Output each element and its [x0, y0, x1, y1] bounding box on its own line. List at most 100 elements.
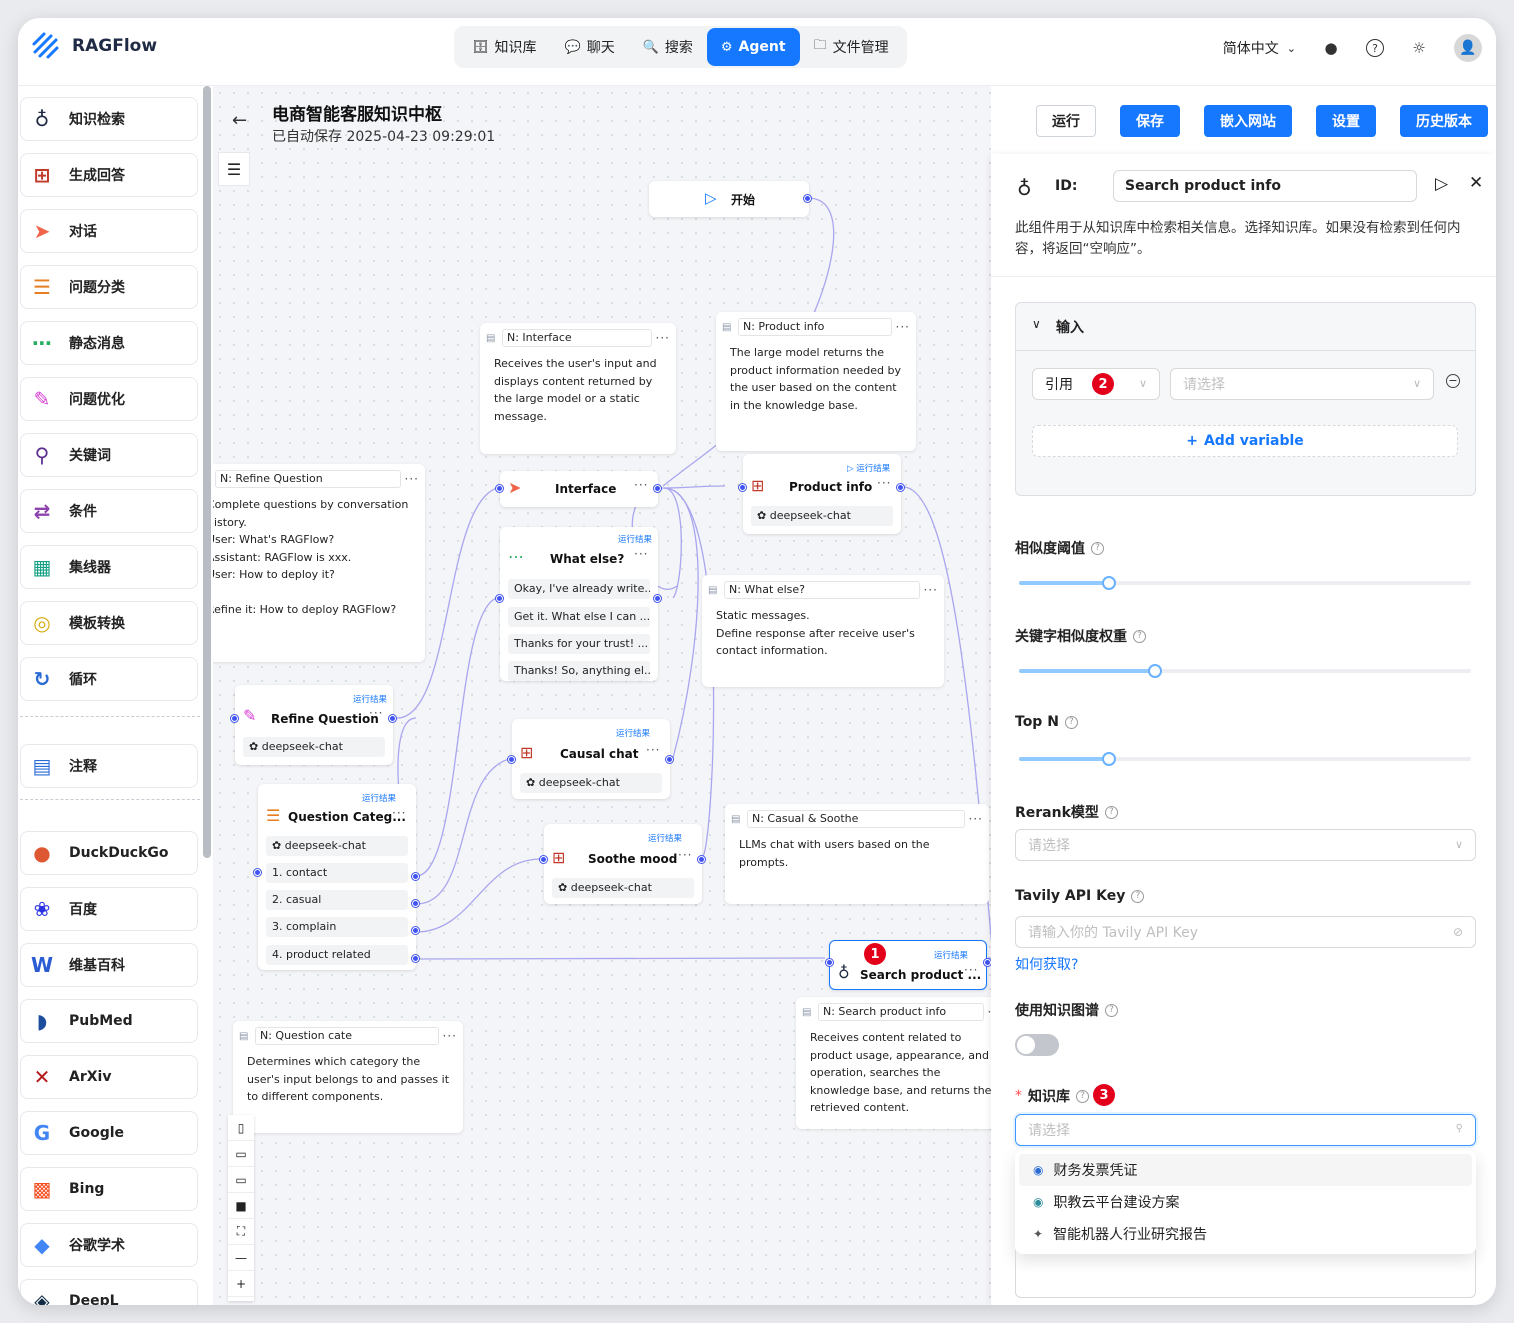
run-result-link[interactable]: 运行结果 [648, 832, 682, 844]
slider-handle[interactable] [1102, 576, 1117, 590]
knowledge-graph-toggle[interactable] [1015, 1034, 1059, 1056]
note-search-product-info[interactable]: ▤N: Search product info··· Receives cont… [796, 997, 991, 1129]
list-icon[interactable]: ☰ [218, 152, 250, 186]
sidebar-item-components-5[interactable]: ✎ 问题优化 [20, 377, 198, 421]
note-title[interactable]: N: What else? [724, 581, 920, 599]
sidebar-item-tools-6[interactable]: ▩ Bing [20, 1167, 198, 1211]
help-icon[interactable]: ? [1366, 39, 1384, 57]
note-title[interactable]: N: Refine Question [215, 470, 401, 488]
port[interactable] [540, 856, 547, 863]
more-icon[interactable]: ··· [392, 806, 406, 820]
kb-option[interactable]: ◉ 职教云平台建设方案 [1019, 1186, 1472, 1218]
more-icon[interactable]: ··· [656, 331, 670, 345]
question-categorize-node[interactable]: 运行结果 ☰ Question Categ... ··· ✿ deepseek-… [254, 784, 419, 970]
settings-button[interactable]: 设置 [1316, 105, 1376, 137]
sidebar-item-tools-1[interactable]: ❀ 百度 [20, 887, 198, 931]
back-arrow-icon[interactable]: ← [232, 110, 247, 131]
more-icon[interactable]: ··· [896, 320, 910, 334]
more-icon[interactable]: ··· [964, 963, 978, 977]
run-result-link[interactable]: 运行结果 [362, 792, 396, 804]
export-icon[interactable]: ▭ [228, 1167, 254, 1193]
brand[interactable]: RAGFlow [30, 30, 157, 62]
topn-slider[interactable] [1019, 752, 1471, 766]
run-button[interactable]: 运行 [1036, 105, 1096, 137]
note-casual-soothe[interactable]: ▤ N: Casual & Soothe ··· LLMs chat with us… [725, 804, 989, 904]
more-icon[interactable]: ··· [443, 1029, 457, 1043]
port[interactable] [654, 485, 661, 492]
folder-icon[interactable]: ▭ [228, 1141, 254, 1167]
port[interactable] [897, 484, 904, 491]
more-icon[interactable]: ··· [877, 476, 891, 490]
how-to-get-link[interactable]: 如何获取? [1015, 954, 1078, 974]
knowledge-base-select[interactable]: 请选择 ⚲ [1015, 1114, 1476, 1146]
sidebar-item-components-10[interactable]: ↻ 循环 [20, 657, 198, 701]
run-result-link[interactable]: 运行结果 [353, 693, 387, 705]
refine-question-node[interactable]: 运行结果 ✎ Refine Question ··· ✿ deepseek-ch… [231, 685, 396, 765]
port[interactable] [412, 955, 419, 962]
port[interactable] [231, 715, 238, 722]
more-icon[interactable]: ··· [678, 848, 692, 862]
more-icon[interactable]: ··· [969, 812, 983, 826]
port[interactable] [739, 484, 746, 491]
sidebar-item-components-2[interactable]: ➤ 对话 [20, 209, 198, 253]
causal-chat-node[interactable]: 运行结果 ⊞ Causal chat ··· ✿ deepseek-chat [508, 719, 673, 799]
port[interactable] [389, 715, 396, 722]
sidebar-item-tools-3[interactable]: ◗ PubMed [20, 999, 198, 1043]
port[interactable] [654, 595, 661, 602]
port[interactable] [804, 195, 811, 202]
theme-toggle-icon[interactable]: ☼ [1406, 35, 1432, 61]
run-result-link[interactable]: 运行结果 [618, 533, 652, 545]
save-button[interactable]: 保存 [1120, 105, 1180, 137]
add-variable-button[interactable]: + Add variable [1032, 425, 1458, 457]
lock-icon[interactable]: ■ [228, 1193, 254, 1219]
more-icon[interactable]: ··· [634, 478, 648, 492]
note-interface[interactable]: ▤ N: Interface ··· Receives the user's inp… [480, 323, 676, 454]
port[interactable] [508, 756, 515, 763]
sidebar-item-tools-7[interactable]: ◆ 谷歌学术 [20, 1223, 198, 1267]
help-icon[interactable]: ? [1133, 629, 1146, 643]
id-input[interactable]: Search product info [1113, 170, 1417, 202]
note-what-else[interactable]: ▤ N: What else? ··· Static messages. Defin… [702, 575, 944, 687]
what-else-node[interactable]: 运行结果 ⋯ What else? ··· Okay, I've already… [496, 527, 661, 681]
more-icon[interactable]: ··· [634, 547, 648, 561]
run-result-link[interactable]: 运行结果 [616, 727, 650, 739]
keyword-weight-slider[interactable] [1019, 664, 1471, 678]
port[interactable] [666, 756, 673, 763]
more-icon[interactable]: ··· [646, 743, 660, 757]
port[interactable] [698, 856, 705, 863]
zoom-in-icon[interactable]: + [228, 1271, 254, 1297]
help-icon[interactable]: ? [1105, 1003, 1118, 1017]
start-node[interactable]: ▷ 开始 [649, 181, 811, 217]
help-icon[interactable]: ? [1104, 805, 1118, 819]
help-icon[interactable]: ? [1064, 715, 1078, 729]
more-icon[interactable]: ··· [924, 583, 938, 597]
note-refine-question[interactable]: ▤N: Refine Question··· Complete question… [213, 464, 425, 662]
slider-handle[interactable] [1102, 752, 1117, 766]
more-icon[interactable]: ··· [369, 706, 383, 720]
sidebar-item-tools-2[interactable]: W 维基百科 [20, 943, 198, 987]
embed-button[interactable]: 嵌入网站 [1204, 105, 1292, 137]
note-product-info[interactable]: ▤ N: Product info ··· The large model retu… [716, 312, 916, 451]
port[interactable] [412, 927, 419, 934]
kb-option[interactable]: ✦ 智能机器人行业研究报告 [1019, 1218, 1472, 1250]
tab-search[interactable]: 🔍 搜索 [629, 28, 707, 66]
port[interactable] [496, 595, 503, 602]
remove-icon[interactable]: − [1446, 374, 1460, 388]
tavily-api-key-input[interactable]: 请输入你的 Tavily API Key ⊘ [1015, 916, 1476, 948]
run-play-icon[interactable]: ▷ [1435, 174, 1448, 194]
sidebar-item-components-6[interactable]: ⚲ 关键词 [20, 433, 198, 477]
sidebar-item-components-4[interactable]: ⋯ 静态消息 [20, 321, 198, 365]
port[interactable] [826, 959, 833, 966]
sidebar-item-tools-5[interactable]: G Google [20, 1111, 198, 1155]
sidebar-item-components-3[interactable]: ☰ 问题分类 [20, 265, 198, 309]
port[interactable] [412, 900, 419, 907]
zoom-out-icon[interactable]: — [228, 1245, 254, 1271]
soothe-mood-node[interactable]: 运行结果 ⊞ Soothe mood ··· ✿ deepseek-chat [540, 824, 705, 904]
fit-view-icon[interactable]: ⛶ [228, 1219, 254, 1245]
sidebar-item-components-7[interactable]: ⇄ 条件 [20, 489, 198, 533]
port[interactable] [254, 869, 261, 876]
rerank-select[interactable]: 请选择 ∨ [1015, 829, 1476, 861]
note-title[interactable]: N: Question cate [255, 1027, 439, 1045]
search-product-node[interactable]: 运行结果 ♁ Search product ... ··· [826, 940, 991, 990]
interface-node[interactable]: ➤ Interface ··· [496, 471, 661, 507]
